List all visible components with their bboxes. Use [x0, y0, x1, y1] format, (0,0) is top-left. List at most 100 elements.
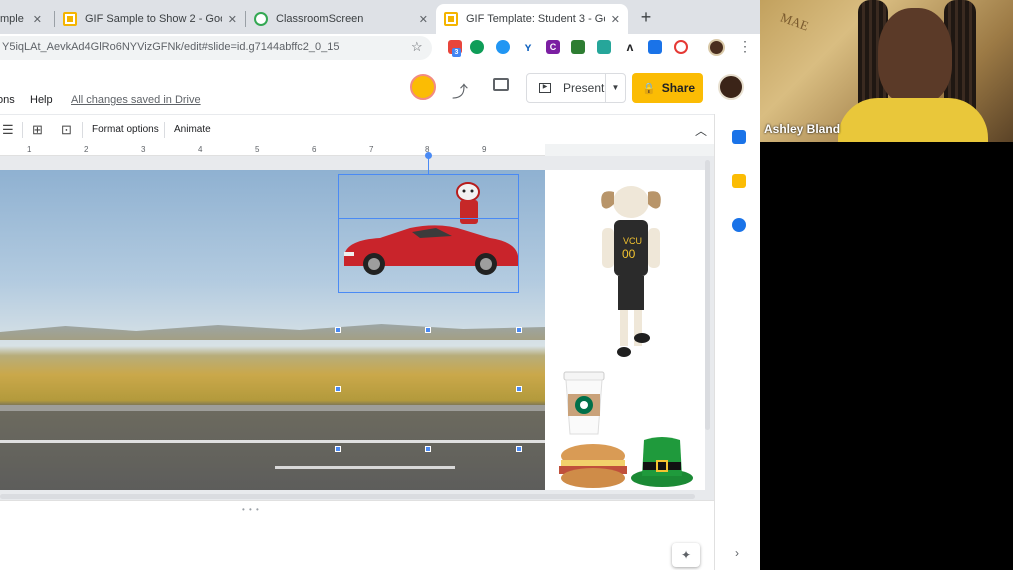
lock-icon: 🔒	[642, 82, 656, 95]
notes-resize-handle[interactable]: • • •	[242, 505, 260, 514]
present-dropdown-icon[interactable]: ▼	[605, 74, 625, 102]
browser-profile-avatar[interactable]	[708, 39, 725, 56]
coffee-cup-image[interactable]	[562, 370, 606, 436]
side-panel-rail: ›	[714, 114, 760, 570]
comment-icon[interactable]	[493, 78, 509, 91]
more-vert-icon[interactable]: ⋮	[738, 38, 752, 55]
browser-tab-active[interactable]: GIF Template: Student 3 - Goo ✕	[436, 4, 628, 34]
keep-icon[interactable]	[732, 174, 746, 188]
replace-image-icon[interactable]: ⊡	[61, 122, 72, 138]
screen: mple - ✕ GIF Sample to Show 2 - Google ✕…	[0, 0, 760, 570]
classroomscreen-icon	[254, 12, 268, 26]
resize-handle[interactable]	[516, 446, 522, 452]
drive-extension-icon[interactable]	[470, 40, 484, 54]
rotate-handle[interactable]	[425, 152, 432, 159]
tasks-icon[interactable]	[732, 218, 746, 232]
slides-icon	[444, 12, 458, 26]
toolbar-divider	[22, 122, 23, 138]
present-label: Present	[563, 81, 605, 95]
resize-handle[interactable]	[335, 386, 341, 392]
share-button[interactable]: 🔒 Share	[632, 73, 703, 103]
extension-icon[interactable]: ʌ	[623, 40, 637, 54]
new-tab-button[interactable]: +	[636, 8, 656, 28]
animate-button[interactable]: Animate	[174, 124, 211, 135]
speaker-notes[interactable]: • • • ✦	[0, 500, 714, 570]
save-status-link[interactable]: All changes saved in Drive	[71, 94, 201, 106]
format-options-button[interactable]: Format options	[92, 124, 159, 135]
bookmark-star-icon[interactable]: ☆	[411, 39, 423, 55]
browser-toolbar: Y5iqLAt_AevkAd4GlRo6NYVizGFNk/edit#slide…	[0, 34, 760, 62]
road-dash	[275, 466, 455, 469]
participant-name: Ashley Bland	[764, 122, 841, 136]
explore-icon[interactable]: ✦	[672, 543, 700, 567]
extension-icon[interactable]	[674, 40, 688, 54]
participant-shirt	[838, 98, 988, 148]
extension-icon[interactable]	[648, 40, 662, 54]
present-icon: ▶	[539, 83, 551, 93]
browser-tab[interactable]: GIF Sample to Show 2 - Google ✕	[55, 4, 245, 34]
share-label: Share	[661, 81, 696, 95]
extension-icon[interactable]: C	[546, 40, 560, 54]
editor-toolbar: ☰ ⊞ ⊡ Format options Animate ︿	[0, 114, 714, 144]
tab-title: GIF Sample to Show 2 - Google	[85, 13, 222, 25]
menu-help[interactable]: Help	[30, 94, 53, 106]
extension-icon[interactable]	[571, 40, 585, 54]
collaborator-avatar[interactable]	[410, 74, 436, 100]
ruler-margin	[545, 144, 715, 156]
extension-icon[interactable]	[597, 40, 611, 54]
background-banner-text: MAE	[778, 9, 811, 34]
close-icon[interactable]: ✕	[611, 13, 620, 26]
green-hat-image[interactable]	[630, 432, 694, 488]
horizontal-ruler: 1 2 3 4 5 6 7 8 9	[0, 144, 545, 156]
resize-handle[interactable]	[516, 327, 522, 333]
close-icon[interactable]: ✕	[419, 13, 428, 26]
line-spacing-icon[interactable]: ☰	[2, 122, 14, 138]
browser-tab[interactable]: ClassroomScreen ✕	[246, 4, 436, 34]
video-background	[760, 142, 1013, 570]
ruler-tick: 9	[482, 145, 487, 154]
breakfast-sandwich-image[interactable]	[557, 442, 629, 490]
toolbar-divider	[164, 122, 165, 138]
toolbar-divider	[82, 122, 83, 138]
horizontal-scrollbar[interactable]	[0, 494, 695, 499]
extension-icon[interactable]: ʏ	[521, 40, 535, 54]
vertical-scrollbar[interactable]	[705, 160, 710, 430]
ruler-tick: 4	[198, 145, 203, 154]
rotate-line	[428, 158, 429, 174]
slides-icon	[63, 12, 77, 26]
ruler-tick: 1	[27, 145, 32, 154]
ram-mascot-image[interactable]: VCU 00	[594, 178, 668, 364]
browser-tab[interactable]: mple - ✕	[0, 4, 50, 34]
menu-extensions[interactable]: ons	[0, 94, 15, 106]
account-avatar[interactable]	[718, 74, 744, 100]
participant-face	[878, 8, 952, 104]
browser-tab-strip: mple - ✕ GIF Sample to Show 2 - Google ✕…	[0, 0, 760, 34]
road-line	[0, 440, 545, 443]
ruler-tick: 3	[141, 145, 146, 154]
ruler-tick: 7	[369, 145, 374, 154]
ruler-tick: 2	[84, 145, 89, 154]
tab-title: mple -	[0, 13, 27, 25]
resize-handle[interactable]	[335, 446, 341, 452]
extension-badge: 3	[452, 48, 461, 57]
ruler-tick: 5	[255, 145, 260, 154]
mountains-background	[0, 324, 545, 340]
close-icon[interactable]: ✕	[228, 13, 237, 26]
close-icon[interactable]: ✕	[33, 13, 42, 26]
calendar-icon[interactable]	[732, 130, 746, 144]
resize-handle[interactable]	[425, 446, 431, 452]
slides-header: ons Help All changes saved in Drive ⤴ ▶ …	[0, 62, 760, 114]
extension-icon[interactable]	[496, 40, 510, 54]
address-bar[interactable]: Y5iqLAt_AevkAd4GlRo6NYVizGFNk/edit#slide…	[0, 36, 432, 60]
resize-handle[interactable]	[516, 386, 522, 392]
chevron-right-icon[interactable]: ›	[735, 546, 739, 560]
add-comment-icon[interactable]: ⊞	[32, 122, 43, 138]
resize-handle[interactable]	[425, 327, 431, 333]
selection-box-inner	[338, 218, 519, 293]
chevron-up-icon[interactable]: ︿	[695, 122, 707, 139]
trending-icon[interactable]: ⤴	[452, 78, 468, 102]
svg-text:VCU: VCU	[623, 236, 642, 246]
present-button[interactable]: ▶ Present ▼	[526, 73, 626, 103]
tab-title: GIF Template: Student 3 - Goo	[466, 13, 605, 25]
resize-handle[interactable]	[335, 327, 341, 333]
